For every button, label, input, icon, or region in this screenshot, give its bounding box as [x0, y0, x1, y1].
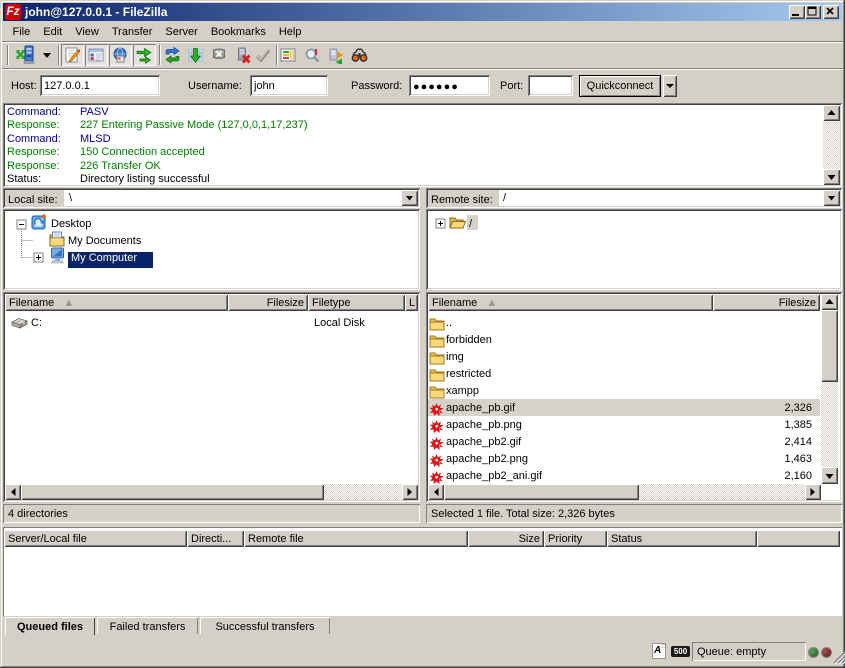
svg-text:apache_pb.gif: apache_pb.gif — [446, 402, 516, 414]
svg-text:img: img — [446, 351, 464, 363]
svg-text:apache_pb2.png: apache_pb2.png — [446, 453, 528, 465]
svg-text:xampp: xampp — [446, 385, 479, 397]
svg-text:1,385: 1,385 — [784, 419, 812, 431]
svg-text:2,326: 2,326 — [784, 402, 812, 414]
svg-text:2,160: 2,160 — [784, 470, 812, 482]
svg-text:My Documents: My Documents — [68, 235, 142, 247]
svg-text:restricted: restricted — [446, 368, 491, 380]
svg-text:forbidden: forbidden — [446, 334, 492, 346]
svg-text:Desktop: Desktop — [51, 218, 91, 230]
svg-text:apache_pb.png: apache_pb.png — [446, 419, 522, 431]
svg-text:1,463: 1,463 — [784, 453, 812, 465]
svg-text:2,414: 2,414 — [784, 436, 812, 448]
svg-text:apache_pb2.gif: apache_pb2.gif — [446, 436, 522, 448]
svg-text:My Computer: My Computer — [71, 252, 137, 264]
svg-text:..: .. — [446, 317, 452, 329]
svg-text:apache_pb2_ani.gif: apache_pb2_ani.gif — [446, 470, 543, 482]
